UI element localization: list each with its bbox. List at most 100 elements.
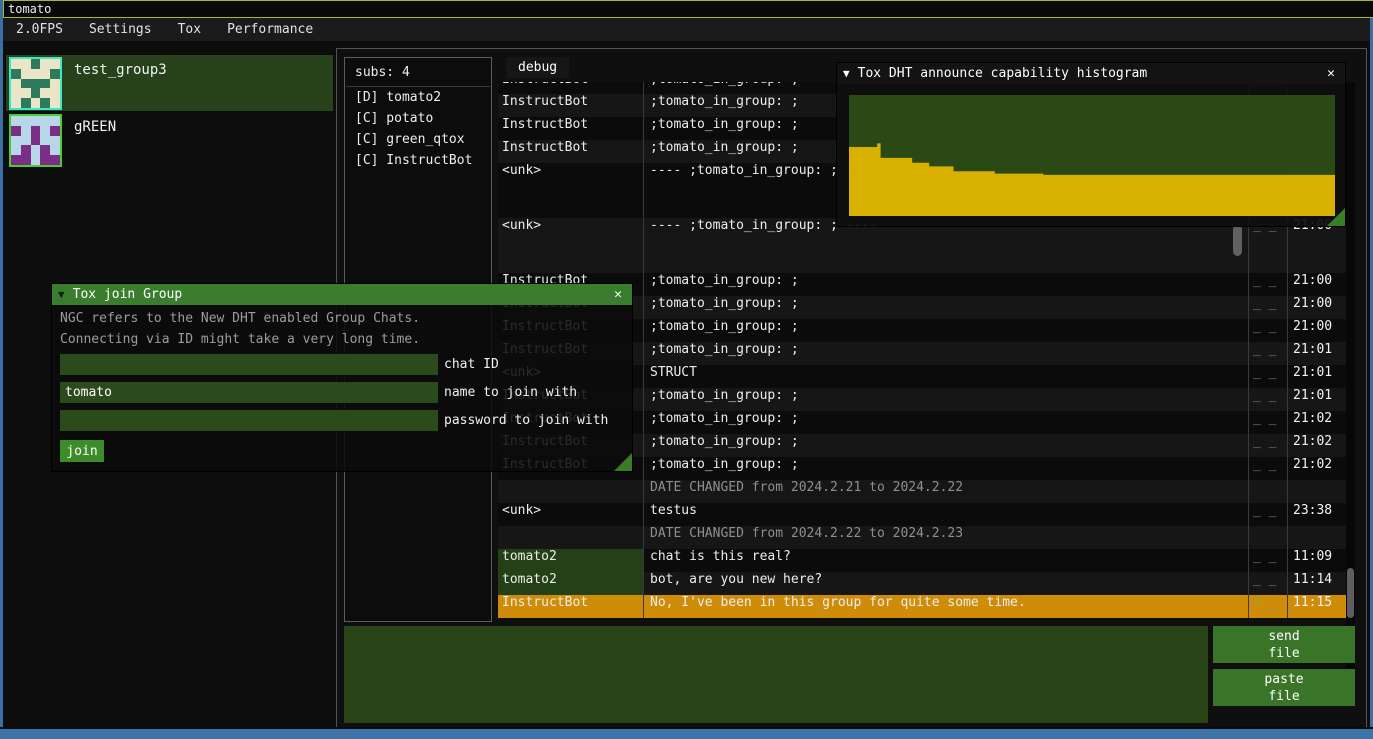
message-time: 23:38 xyxy=(1287,503,1346,526)
menu-bar: 2.0FPS Settings Tox Performance xyxy=(3,18,1370,41)
avatar-pixel xyxy=(31,145,41,155)
menu-performance[interactable]: Performance xyxy=(214,18,326,41)
histogram-area-chart xyxy=(849,95,1335,216)
avatar-pixel xyxy=(11,98,21,108)
member-row[interactable]: [C] green_qtox xyxy=(345,129,491,150)
message-time: 21:02 xyxy=(1287,457,1346,480)
paste-file-button[interactable]: paste file xyxy=(1213,669,1355,706)
group-item-test_group3[interactable]: test_group3 xyxy=(6,55,333,111)
close-icon[interactable]: ✕ xyxy=(1323,66,1339,81)
message-time: 21:00 xyxy=(1287,296,1346,319)
message-text: bot, are you new here? xyxy=(643,572,1248,595)
message-time: 21:02 xyxy=(1287,434,1346,457)
avatar-pixel xyxy=(21,155,31,165)
message-flags: _ _ xyxy=(1248,411,1287,434)
group-name: gREEN xyxy=(74,119,116,168)
avatar-pixel xyxy=(21,79,31,89)
avatar-pixel xyxy=(31,59,41,69)
message-time: 21:00 xyxy=(1287,273,1346,296)
menu-tox[interactable]: Tox xyxy=(165,18,214,41)
message-time: 21:02 xyxy=(1287,411,1346,434)
join-name-input[interactable] xyxy=(60,382,438,403)
message-scrollbar[interactable] xyxy=(1232,223,1243,267)
member-row[interactable]: [C] potato xyxy=(345,108,491,129)
sender-name xyxy=(498,480,643,503)
message-time: 21:01 xyxy=(1287,388,1346,411)
join-hint-line2: Connecting via ID might take a very long… xyxy=(60,332,632,347)
message-text: ;tomato_in_group: ; xyxy=(643,273,1248,296)
message-text: ;tomato_in_group: ; xyxy=(643,319,1248,342)
chat-scrollbar-thumb[interactable] xyxy=(1347,568,1354,618)
message-flags: _ _ xyxy=(1248,388,1287,411)
app-window: tomato 2.0FPS Settings Tox Performance t… xyxy=(3,0,1370,727)
message-text: STRUCT xyxy=(643,365,1248,388)
join-window-titlebar[interactable]: ▼ Tox join Group ✕ xyxy=(52,284,632,305)
avatar-pixel xyxy=(11,155,21,165)
avatar-pixel xyxy=(21,98,31,108)
message-text: DATE CHANGED from 2024.2.21 to 2024.2.22 xyxy=(643,480,1248,503)
join-button[interactable]: join xyxy=(60,440,104,462)
join-window-body: NGC refers to the New DHT enabled Group … xyxy=(52,305,632,471)
member-row[interactable]: [D] tomato2 xyxy=(345,87,491,108)
message-text: ;tomato_in_group: ; xyxy=(643,411,1248,434)
window-titlebar[interactable]: tomato xyxy=(3,0,1373,18)
message-flags: d _ xyxy=(1248,595,1287,618)
avatar-pixel xyxy=(40,59,50,69)
histogram-window-titlebar[interactable]: ▼ Tox DHT announce capability histogram … xyxy=(837,63,1345,84)
send-file-button[interactable]: send file xyxy=(1213,626,1355,663)
sender-name: <unk> xyxy=(498,163,643,218)
avatar-pixel xyxy=(21,88,31,98)
message-flags: _ _ xyxy=(1248,342,1287,365)
close-icon[interactable]: ✕ xyxy=(610,287,626,302)
chat-scrollbar[interactable] xyxy=(1346,82,1355,669)
group-list: test_group3 gREEN xyxy=(6,55,333,169)
message-flags: _ _ xyxy=(1248,434,1287,457)
members-count: subs: 4 xyxy=(345,58,491,86)
message-flags: _ _ xyxy=(1248,503,1287,526)
avatar-pixel xyxy=(31,116,41,126)
avatar-pixel xyxy=(11,69,21,79)
chat-system-row: DATE CHANGED from 2024.2.21 to 2024.2.22 xyxy=(498,480,1346,503)
tab-debug[interactable]: debug xyxy=(506,57,569,78)
avatar-pixel xyxy=(50,126,60,136)
histogram-window-title: Tox DHT announce capability histogram xyxy=(858,66,1323,81)
message-flags xyxy=(1248,480,1287,503)
join-window-title: Tox join Group xyxy=(73,287,610,302)
message-flags: _ _ xyxy=(1248,549,1287,572)
dht-histogram-window: ▼ Tox DHT announce capability histogram … xyxy=(836,62,1346,227)
sender-name: <unk> xyxy=(498,218,643,273)
avatar-pixel xyxy=(31,88,41,98)
window-title: tomato xyxy=(8,2,51,16)
avatar-pixel xyxy=(21,69,31,79)
chat-id-label: chat ID xyxy=(444,357,499,372)
message-input[interactable] xyxy=(344,626,1208,723)
avatar-pixel xyxy=(11,59,21,69)
menu-settings[interactable]: Settings xyxy=(76,18,165,41)
group-avatar xyxy=(9,114,62,167)
avatar-pixel xyxy=(11,145,21,155)
message-text: ;tomato_in_group: ; xyxy=(643,434,1248,457)
collapse-triangle-icon[interactable]: ▼ xyxy=(843,67,850,80)
message-text: testus xyxy=(643,503,1248,526)
join-password-input[interactable] xyxy=(60,410,438,431)
message-time xyxy=(1287,526,1346,549)
resize-grip[interactable] xyxy=(1327,208,1345,226)
message-flags: _ _ xyxy=(1248,572,1287,595)
message-scrollbar-thumb[interactable] xyxy=(1233,225,1242,256)
chat-id-input[interactable] xyxy=(60,354,438,375)
join-password-label: password to join with xyxy=(444,413,608,428)
resize-grip[interactable] xyxy=(614,453,632,471)
avatar-pixel xyxy=(31,69,41,79)
message-flags xyxy=(1248,526,1287,549)
collapse-triangle-icon[interactable]: ▼ xyxy=(58,288,65,301)
avatar-pixel xyxy=(50,136,60,146)
avatar-pixel xyxy=(11,136,21,146)
avatar-pixel xyxy=(31,98,41,108)
group-item-gREEN[interactable]: gREEN xyxy=(6,112,333,168)
member-row[interactable]: [C] InstructBot xyxy=(345,150,491,171)
histogram-plot xyxy=(849,95,1335,216)
chat-message-row: <unk>testus_ _23:38 xyxy=(498,503,1346,526)
avatar-pixel xyxy=(50,145,60,155)
avatar-pixel xyxy=(11,88,21,98)
sender-name: InstructBot xyxy=(498,595,643,618)
